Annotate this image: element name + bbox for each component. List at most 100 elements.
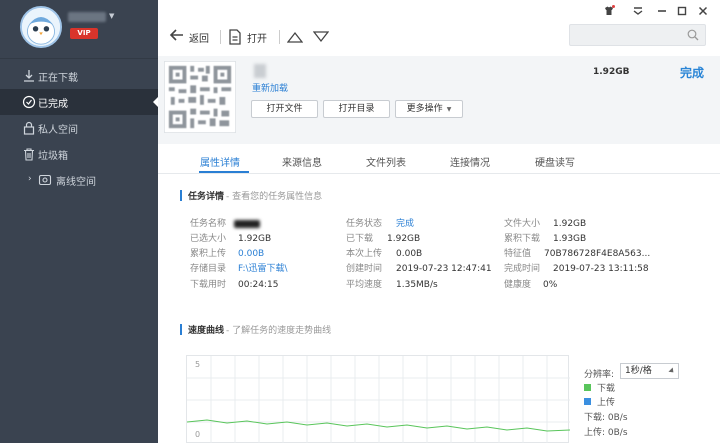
sidebar-item-label: 私人空间: [38, 124, 78, 136]
sidebar: ▼ VIP 正在下载 已完成 私人空间 垃圾箱 › 离线空间: [0, 0, 158, 443]
minimize-icon[interactable]: [655, 4, 669, 18]
more-actions-button[interactable]: 更多操作 ▼: [395, 100, 463, 118]
legend-label: 上传: [597, 398, 616, 408]
detail-value: 1.92GB: [238, 234, 272, 244]
toolbar-divider: [220, 30, 221, 44]
detail-label: 健康度: [504, 280, 532, 290]
detail-label: 累积下载: [504, 234, 541, 244]
detail-label: 特征值: [504, 249, 532, 259]
sidebar-divider: [0, 58, 158, 59]
sidebar-nav: 正在下载 已完成 私人空间 垃圾箱 › 离线空间: [0, 63, 158, 193]
legend-label: 下载: [597, 384, 616, 394]
section-title: 速度曲线: [188, 326, 225, 336]
download-speed: 下载: 0B/s: [584, 413, 628, 423]
speed-chart: 5 0: [186, 355, 570, 443]
sidebar-item-completed[interactable]: 已完成: [0, 89, 158, 115]
detail-value: 2019-07-23 12:47:41: [396, 264, 492, 274]
detail-value: 1.92GB: [387, 234, 421, 244]
close-icon[interactable]: [696, 4, 710, 18]
detail-value: 0%: [543, 280, 558, 290]
legend-upload: 上传: [584, 395, 615, 408]
sidebar-item-label: 正在下载: [38, 72, 78, 84]
check-circle-icon: [22, 95, 36, 109]
move-up-icon[interactable]: [286, 31, 304, 43]
avatar[interactable]: [20, 6, 62, 48]
detail-tabs: 属性详情 来源信息 文件列表 连接情况 硬盘读写: [158, 148, 720, 174]
detail-value[interactable]: 70B786728F4E8A563...: [544, 248, 650, 260]
detail-label: 本次上传: [346, 249, 383, 259]
storage-path-link[interactable]: F:\迅雷下载\: [238, 263, 288, 275]
speed-chart-plot: [187, 356, 570, 443]
bird-avatar-icon: [22, 8, 60, 46]
more-actions-label: 更多操作: [406, 104, 443, 114]
detail-label: 任务状态: [346, 219, 383, 229]
section-accent: [180, 190, 182, 201]
back-button[interactable]: 返回: [168, 27, 209, 47]
open-button[interactable]: 打开: [228, 27, 267, 47]
detail-value: 1.93GB: [553, 234, 587, 244]
qr-code-thumbnail: [164, 61, 236, 133]
tab-connections[interactable]: 连接情况: [450, 154, 490, 169]
chevron-down-icon: [668, 367, 676, 375]
open-file-button[interactable]: 打开文件: [251, 100, 318, 118]
tab-file-list[interactable]: 文件列表: [366, 154, 406, 169]
download-color-swatch: [584, 384, 591, 391]
vip-badge: VIP: [70, 28, 98, 39]
open-folder-button[interactable]: 打开目录: [323, 100, 390, 118]
sidebar-item-trash[interactable]: 垃圾箱: [0, 141, 158, 167]
back-label: 返回: [189, 33, 209, 45]
lock-icon: [22, 121, 36, 135]
y-axis-max-label: 5: [195, 360, 201, 369]
status-badge: 完成: [680, 66, 705, 80]
profile-dropdown-icon[interactable]: ▼: [109, 12, 114, 20]
menu-icon[interactable]: [631, 4, 645, 18]
sidebar-item-label: 垃圾箱: [38, 150, 68, 162]
detail-value: 0.00B: [238, 249, 265, 259]
search-input[interactable]: [569, 24, 706, 46]
chevron-right-icon[interactable]: ›: [28, 174, 32, 184]
username-redacted: [68, 12, 106, 22]
detail-label: 平均速度: [346, 280, 383, 290]
detail-label: 任务名称: [190, 219, 227, 229]
upload-color-swatch: [584, 398, 591, 405]
section-subtitle: - 查看您的任务属性信息: [226, 192, 323, 202]
sidebar-item-offline-space[interactable]: › 离线空间: [0, 167, 158, 193]
qr-code-icon: [165, 62, 235, 132]
section-title: 任务详情: [188, 192, 225, 202]
legend-download: 下载: [584, 381, 615, 394]
task-details-header: 任务详情 - 查看您的任务属性信息: [180, 189, 322, 202]
upload-speed: 上传: 0B/s: [584, 428, 628, 438]
tab-disk-io[interactable]: 硬盘读写: [535, 154, 575, 169]
reload-link[interactable]: 重新加载: [252, 81, 288, 94]
detail-label: 文件大小: [504, 219, 541, 229]
section-subtitle: - 了解任务的速度走势曲线: [226, 326, 332, 336]
detail-label: 已选大小: [190, 234, 227, 244]
detail-label: 累积上传: [190, 249, 227, 259]
trash-icon: [22, 147, 36, 161]
search-icon[interactable]: [687, 29, 699, 41]
y-axis-min-label: 0: [195, 430, 201, 439]
maximize-icon[interactable]: [675, 4, 689, 18]
task-header: 重新加载 打开文件 打开目录 更多操作 ▼ 1.92GB 完成: [158, 56, 720, 144]
resolution-select[interactable]: 1秒/格: [620, 363, 679, 379]
file-size: 1.92GB: [593, 67, 630, 77]
skin-icon[interactable]: [602, 4, 616, 18]
title-bar: [158, 0, 720, 22]
detail-label: 下载用时: [190, 280, 227, 290]
resolution-value: 1秒/格: [625, 366, 652, 376]
move-down-icon[interactable]: [312, 31, 330, 43]
main-panel: 返回 打开 重新加载 打开文件 打开目录 更多操作 ▼ 1.92GB 完成 属性…: [158, 0, 720, 443]
toolbar-divider: [279, 30, 280, 44]
profile-area[interactable]: ▼ VIP: [0, 0, 158, 60]
tab-source-info[interactable]: 来源信息: [282, 154, 322, 169]
sidebar-item-downloading[interactable]: 正在下载: [0, 63, 158, 89]
detail-value: 完成: [396, 219, 415, 229]
detail-value: 0.00B: [396, 249, 423, 259]
toolbar: 返回 打开: [158, 22, 720, 52]
document-icon: [229, 29, 241, 45]
tabs-divider: [158, 173, 720, 174]
detail-value: 00:24:15: [238, 280, 279, 290]
tab-properties[interactable]: 属性详情: [200, 154, 240, 169]
resolution-label: 分辨率:: [584, 370, 615, 380]
sidebar-item-private-space[interactable]: 私人空间: [0, 115, 158, 141]
